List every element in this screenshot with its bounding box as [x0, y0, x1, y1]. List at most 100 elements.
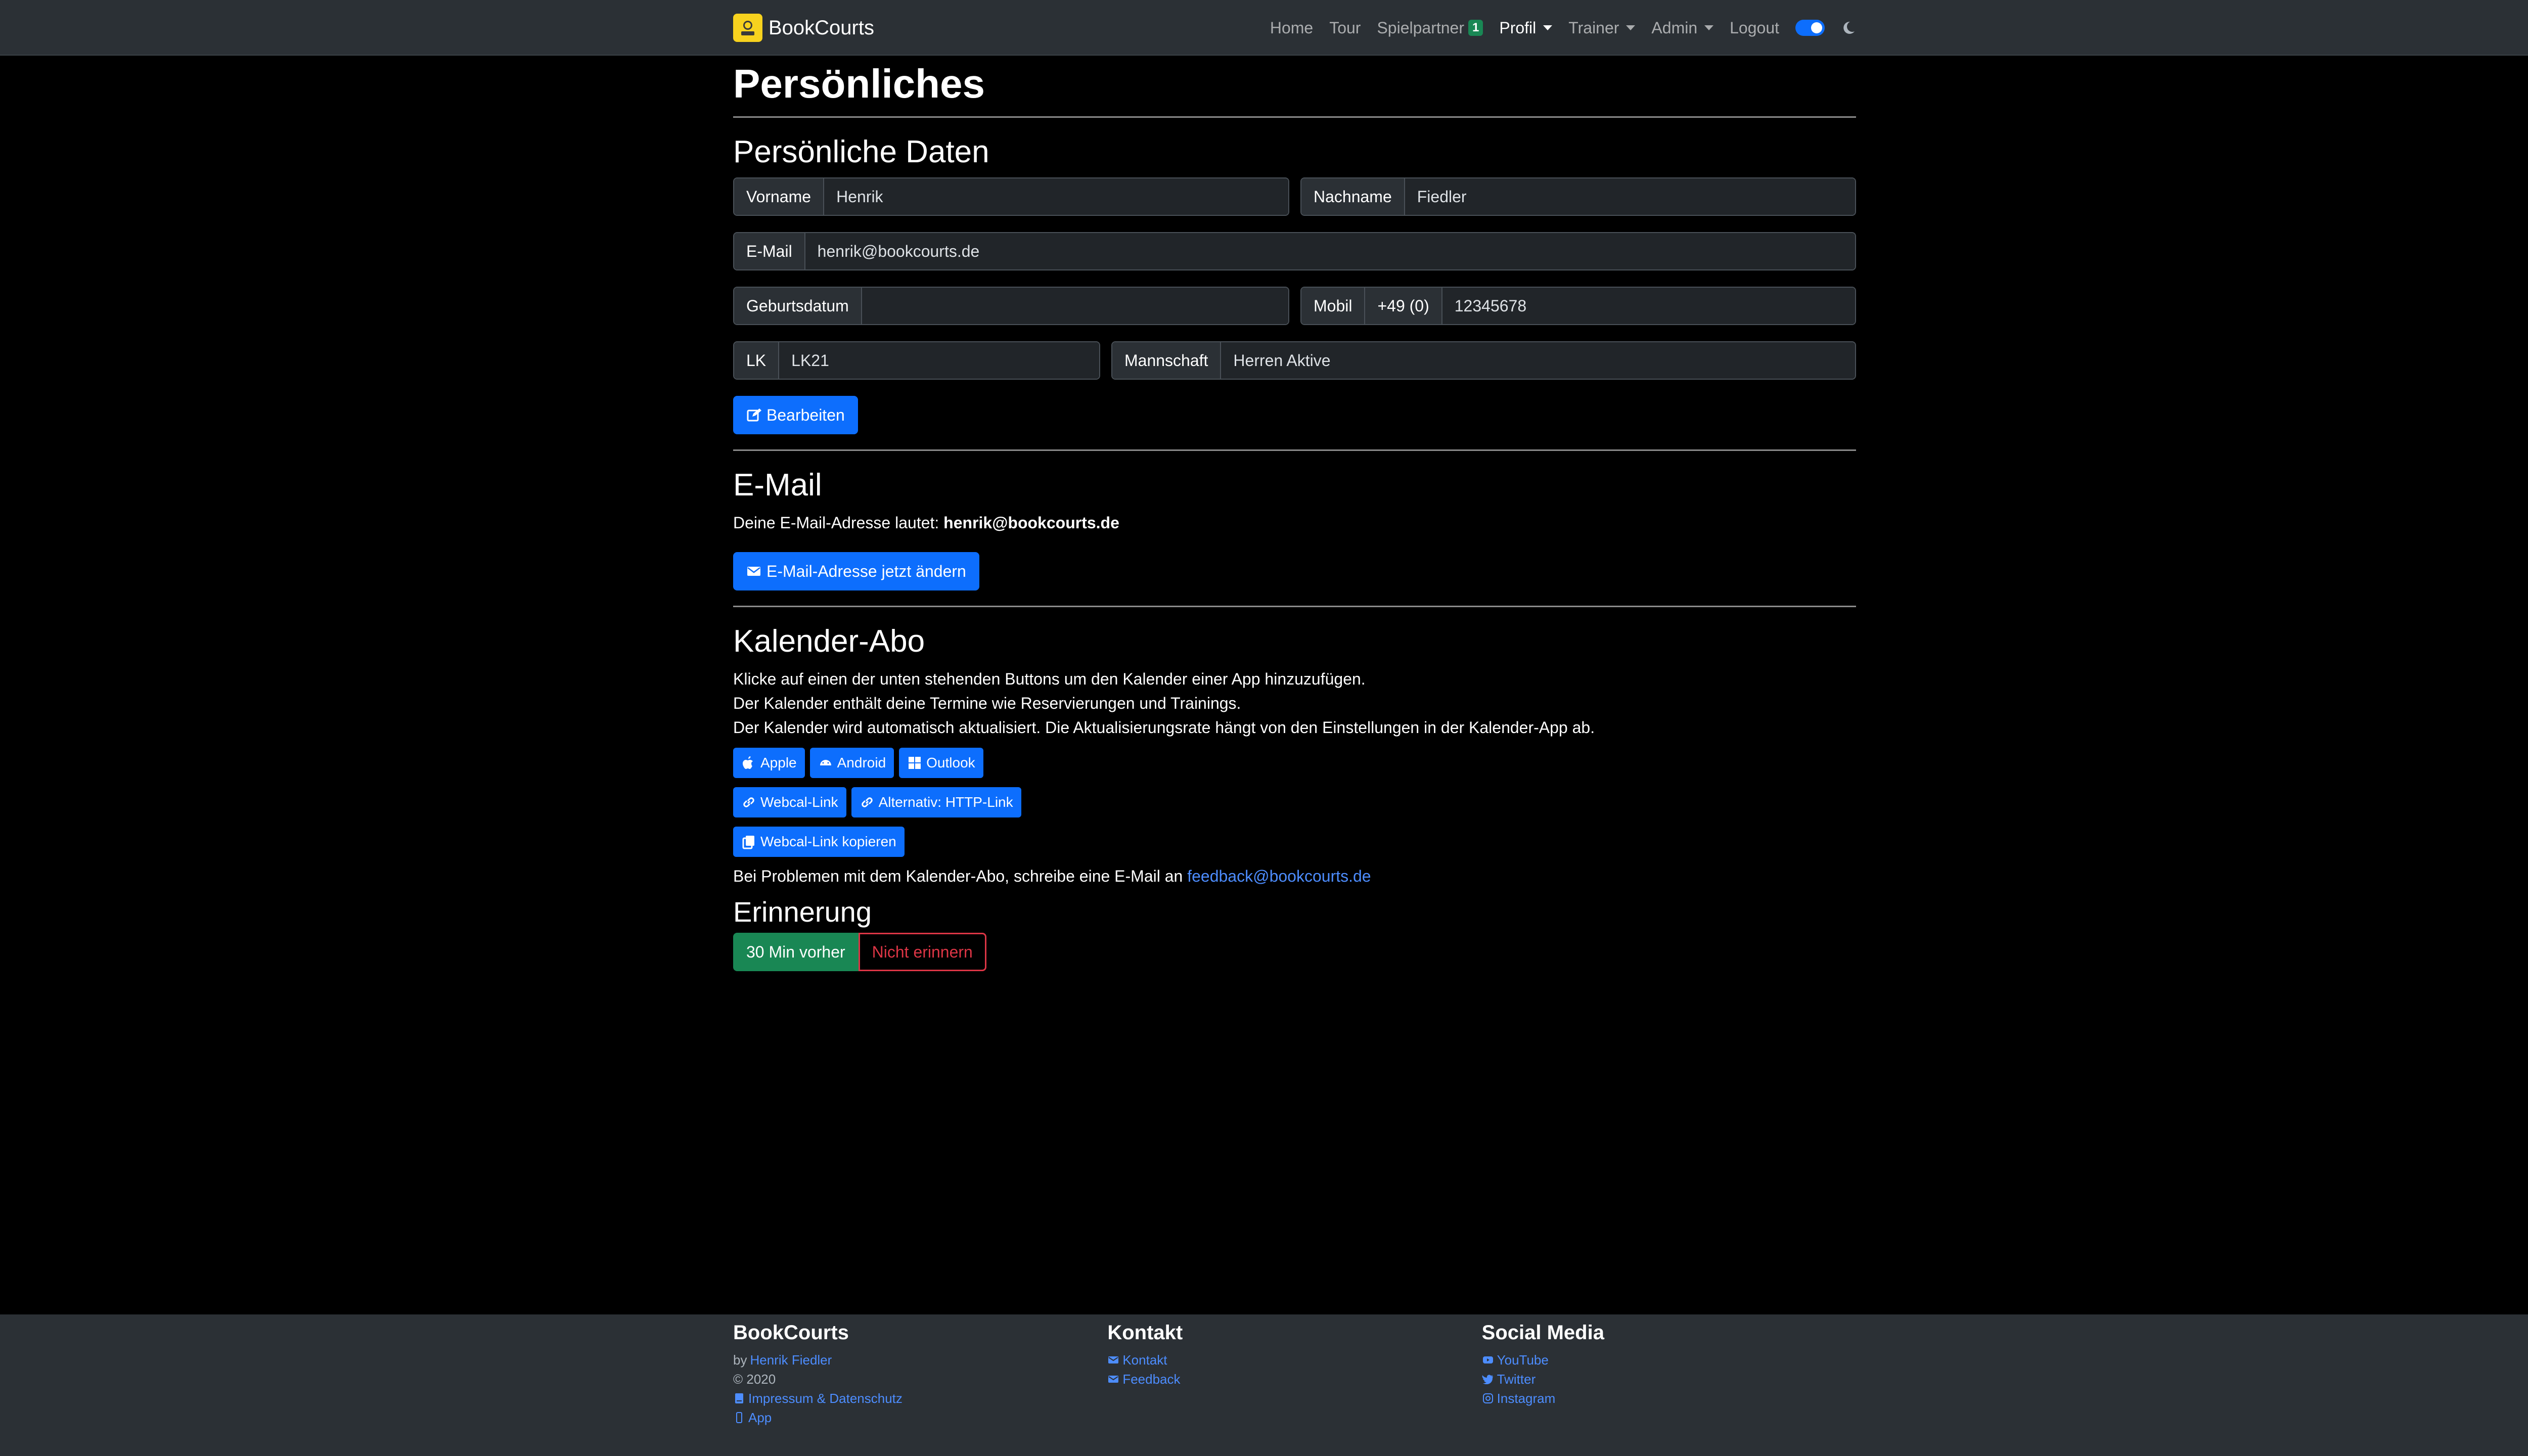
divider	[733, 606, 1856, 607]
twitter-icon	[1482, 1375, 1493, 1385]
email-address: henrik@bookcourts.de	[943, 514, 1119, 532]
app-link[interactable]: App	[733, 1408, 1107, 1427]
nav-trainer-dropdown[interactable]: Trainer	[1568, 19, 1636, 37]
mobil-field[interactable]: 12345678	[1442, 288, 1855, 324]
link-icon	[861, 797, 873, 807]
nav-admin-dropdown[interactable]: Admin	[1651, 18, 1714, 37]
instagram-label: Instagram	[1497, 1391, 1556, 1406]
mannschaft-field[interactable]: Herren Aktive	[1221, 342, 1855, 379]
reminder-none-option[interactable]: Nicht erinnern	[858, 933, 986, 971]
dark-mode-toggle[interactable]	[1795, 20, 1825, 36]
nav-tour[interactable]: Tour	[1329, 19, 1361, 37]
youtube-icon	[1482, 1356, 1493, 1363]
apple-calendar-button[interactable]: Apple	[733, 748, 805, 778]
feedback-email-link[interactable]: feedback@bookcourts.de	[1187, 867, 1371, 885]
android-label: Android	[837, 755, 886, 770]
edit-button-label: Bearbeiten	[766, 405, 845, 424]
divider	[733, 449, 1856, 451]
geburtsdatum-field[interactable]	[862, 288, 1288, 324]
footer-social-title: Social Media	[1481, 1322, 1604, 1344]
mobil-prefix: +49 (0)	[1365, 288, 1442, 324]
nachname-field[interactable]: Fiedler	[1405, 178, 1855, 215]
twitter-link[interactable]: Twitter	[1482, 1370, 1856, 1389]
footer-col-bookcourts: BookCourts by Henrik Fiedler © 2020 Impr…	[733, 1322, 1107, 1427]
mobil-label: Mobil	[1301, 288, 1366, 324]
youtube-label: YouTube	[1497, 1352, 1549, 1368]
calendar-heading: Kalender-Abo	[733, 624, 925, 659]
apple-label: Apple	[760, 755, 797, 770]
footer: BookCourts by Henrik Fiedler © 2020 Impr…	[0, 1314, 2528, 1456]
footer-bookcourts-title: BookCourts	[733, 1322, 849, 1344]
reminder-30min-option[interactable]: 30 Min vorher	[733, 933, 859, 971]
email-field[interactable]: henrik@bookcourts.de	[805, 233, 1855, 269]
copy-webcal-button[interactable]: Webcal-Link kopieren	[733, 827, 905, 857]
app-label: App	[748, 1410, 772, 1425]
email-heading: E-Mail	[733, 468, 822, 503]
email-label: E-Mail	[734, 233, 805, 269]
kontakt-label: Kontakt	[1122, 1352, 1167, 1368]
reminder-options: 30 Min vorher Nicht erinnern	[733, 933, 1856, 971]
edit-button[interactable]: Bearbeiten	[733, 396, 858, 434]
footer-author: by Henrik Fiedler	[733, 1350, 1107, 1370]
caret-down-icon	[1704, 25, 1714, 30]
moon-icon	[1843, 21, 1855, 34]
youtube-link[interactable]: YouTube	[1482, 1350, 1856, 1370]
change-email-label: E-Mail-Adresse jetzt ändern	[766, 562, 966, 580]
windows-icon	[909, 757, 921, 769]
caret-down-icon	[1626, 25, 1636, 30]
impressum-label: Impressum & Datenschutz	[748, 1391, 902, 1406]
vorname-field[interactable]: Henrik	[824, 178, 1288, 215]
reminder-heading: Erinnerung	[733, 896, 872, 928]
footer-by: by	[733, 1352, 747, 1368]
twitter-label: Twitter	[1497, 1372, 1536, 1387]
vorname-group: Vorname Henrik	[733, 177, 1289, 216]
calendar-line-3: Der Kalender wird automatisch aktualisie…	[733, 718, 1595, 737]
personal-data-heading: Persönliche Daten	[733, 134, 989, 169]
geburtsdatum-group: Geburtsdatum	[733, 287, 1289, 325]
instagram-icon	[1482, 1393, 1493, 1403]
android-calendar-button[interactable]: Android	[809, 748, 894, 778]
copy-icon	[742, 836, 754, 849]
lk-field[interactable]: LK21	[779, 342, 1099, 379]
nav-profil-dropdown[interactable]: Profil	[1499, 19, 1553, 37]
email-info: Deine E-Mail-Adresse lautet: henrik@book…	[733, 511, 1856, 535]
webcal-link-button[interactable]: Webcal-Link	[733, 787, 846, 817]
divider	[733, 116, 1856, 118]
feedback-label: Feedback	[1122, 1372, 1181, 1387]
author-link[interactable]: Henrik Fiedler	[750, 1350, 832, 1370]
envelope-icon	[747, 567, 760, 576]
nav-spielpartner-label: Spielpartner	[1377, 18, 1464, 37]
brand[interactable]: BookCourts	[733, 14, 874, 42]
change-email-button[interactable]: E-Mail-Adresse jetzt ändern	[733, 552, 979, 590]
nav-home[interactable]: Home	[1270, 19, 1313, 37]
apple-icon	[743, 756, 753, 769]
instagram-link[interactable]: Instagram	[1482, 1389, 1856, 1408]
calendar-line-1: Klicke auf einen der unten stehenden But…	[733, 670, 1366, 688]
caret-down-icon	[1543, 25, 1553, 30]
copy-webcal-label: Webcal-Link kopieren	[760, 834, 896, 849]
envelope-icon	[1108, 1356, 1119, 1363]
email-group: E-Mail henrik@bookcourts.de	[733, 232, 1856, 270]
page-title: Persönliches	[733, 61, 985, 106]
impressum-link[interactable]: Impressum & Datenschutz	[733, 1389, 1107, 1408]
nav-admin-label: Admin	[1651, 18, 1698, 37]
nachname-group: Nachname Fiedler	[1300, 177, 1856, 216]
outlook-calendar-button[interactable]: Outlook	[899, 748, 983, 778]
calendar-line-2: Der Kalender enthält deine Termine wie R…	[733, 694, 1241, 712]
vorname-label: Vorname	[734, 178, 825, 215]
lk-label: LK	[734, 342, 780, 379]
footer-col-kontakt: Kontakt Kontakt Feedback	[1107, 1322, 1481, 1427]
mannschaft-group: Mannschaft Herren Aktive	[1111, 341, 1856, 380]
book-icon	[735, 1393, 743, 1403]
calendar-problem-info: Bei Problemen mit dem Kalender-Abo, schr…	[733, 864, 1856, 888]
nachname-label: Nachname	[1301, 178, 1405, 215]
footer-copyright: © 2020	[733, 1372, 776, 1387]
geburtsdatum-label: Geburtsdatum	[734, 288, 862, 324]
nav-logout[interactable]: Logout	[1730, 19, 1779, 37]
nav-spielpartner[interactable]: Spielpartner 1	[1377, 19, 1483, 37]
feedback-link[interactable]: Feedback	[1107, 1370, 1481, 1389]
kontakt-link[interactable]: Kontakt	[1107, 1350, 1481, 1370]
spielpartner-badge: 1	[1468, 20, 1483, 36]
mannschaft-label: Mannschaft	[1112, 342, 1222, 379]
http-link-button[interactable]: Alternativ: HTTP-Link	[851, 787, 1021, 817]
